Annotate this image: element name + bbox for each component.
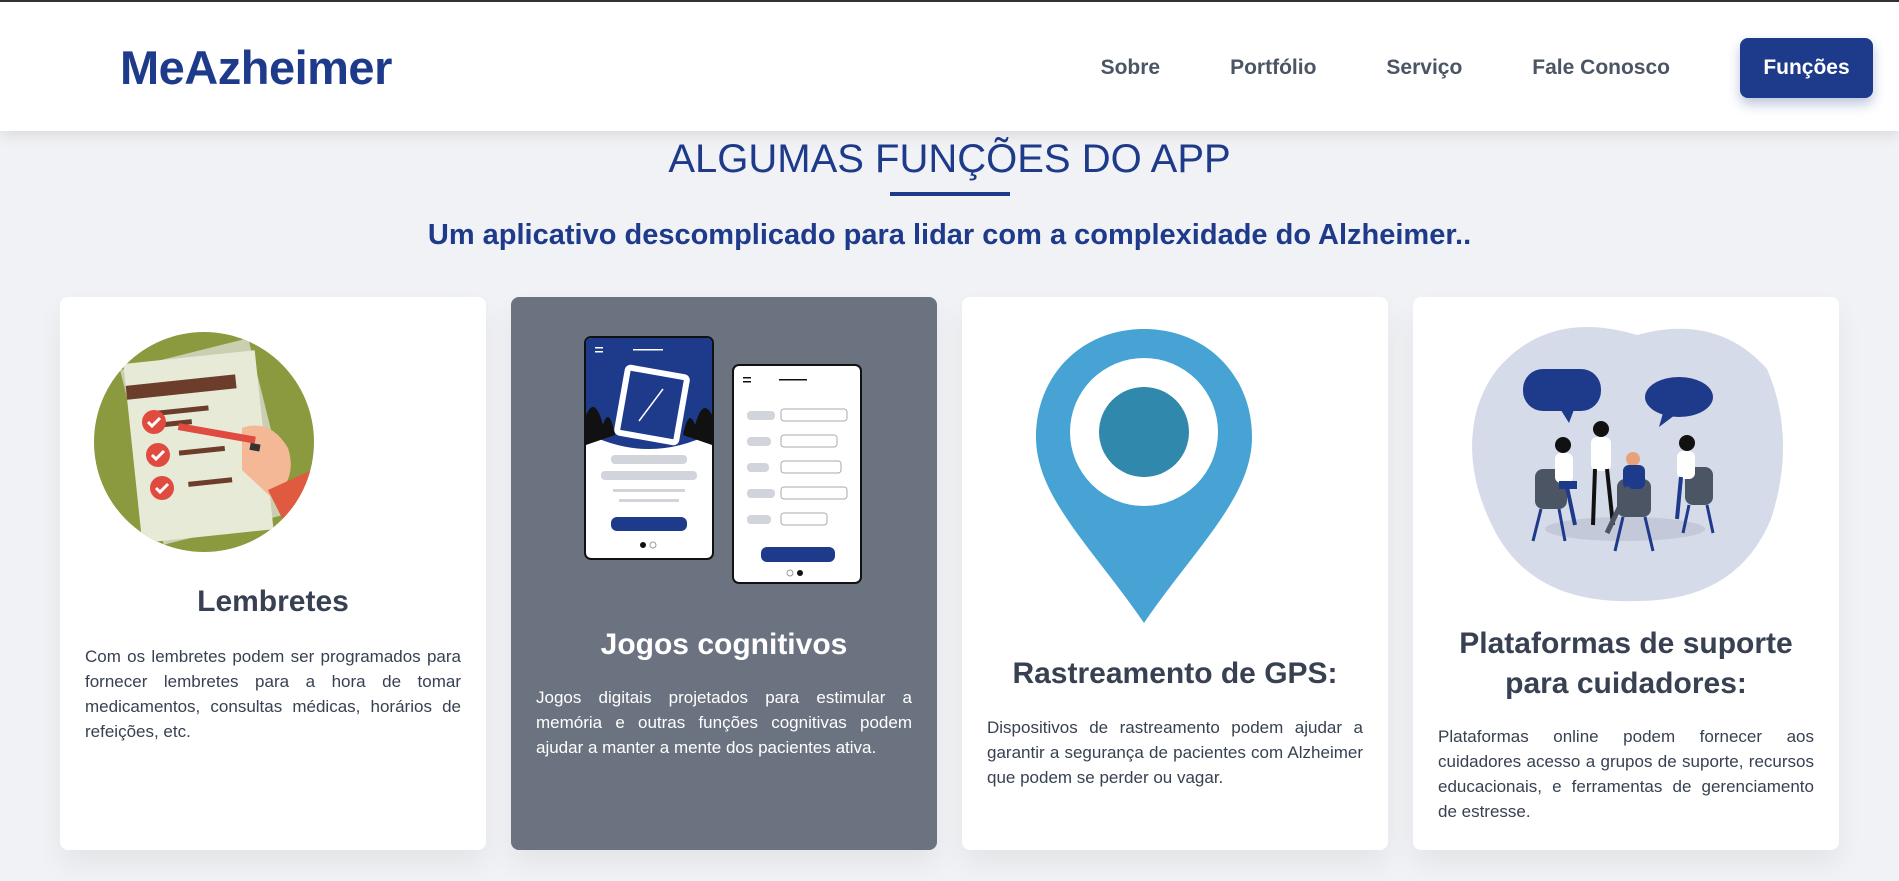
checklist-icon xyxy=(94,332,314,552)
phone-app-icon xyxy=(584,336,862,584)
card-title: Lembretes xyxy=(197,585,349,618)
title-underline xyxy=(890,192,1010,196)
site-logo[interactable]: MeAzheimer xyxy=(120,40,392,95)
card-title: Rastreamento de GPS: xyxy=(1012,657,1338,690)
section-title: ALGUMAS FUNÇÕES DO APP xyxy=(668,137,1231,181)
card-text: Dispositivos de rastreamento podem ajuda… xyxy=(987,718,1363,787)
main-nav: Sobre Portfólio Serviço Fale Conosco Fun… xyxy=(1101,38,1873,98)
nav-link-portfolio[interactable]: Portfólio xyxy=(1230,56,1316,80)
card-text: Com os lembretes podem ser programados p… xyxy=(85,647,461,741)
feature-card-lembretes[interactable]: Lembretes Com os lembretes podem ser pro… xyxy=(60,297,486,850)
nav-link-servico[interactable]: Serviço xyxy=(1386,56,1462,80)
card-text: Jogos digitais projetados para estimular… xyxy=(536,688,912,757)
support-group-icon xyxy=(1472,327,1784,602)
card-title: Plataformas de suporte para cuidadores: xyxy=(1459,627,1793,700)
nav-link-fale-conosco[interactable]: Fale Conosco xyxy=(1532,56,1670,80)
feature-card-plataformas-suporte[interactable]: Plataformas de suporte para cuidadores: … xyxy=(1413,297,1839,850)
nav-link-sobre[interactable]: Sobre xyxy=(1101,56,1161,80)
feature-card-jogos-cognitivos[interactable]: Jogos cognitivos Jogos digitais projetad… xyxy=(511,297,937,850)
site-header: MeAzheimer Sobre Portfólio Serviço Fale … xyxy=(0,2,1899,131)
funcoes-button[interactable]: Funções xyxy=(1740,38,1873,98)
feature-card-rastreamento-gps[interactable]: Rastreamento de GPS: Dispositivos de ras… xyxy=(962,297,1388,850)
card-title: Jogos cognitivos xyxy=(600,628,848,661)
section-subtitle: Um aplicativo descomplicado para lidar c… xyxy=(427,219,1472,251)
location-pin-icon xyxy=(1036,329,1252,623)
card-text: Plataformas online podem fornecer aos cu… xyxy=(1438,727,1814,821)
